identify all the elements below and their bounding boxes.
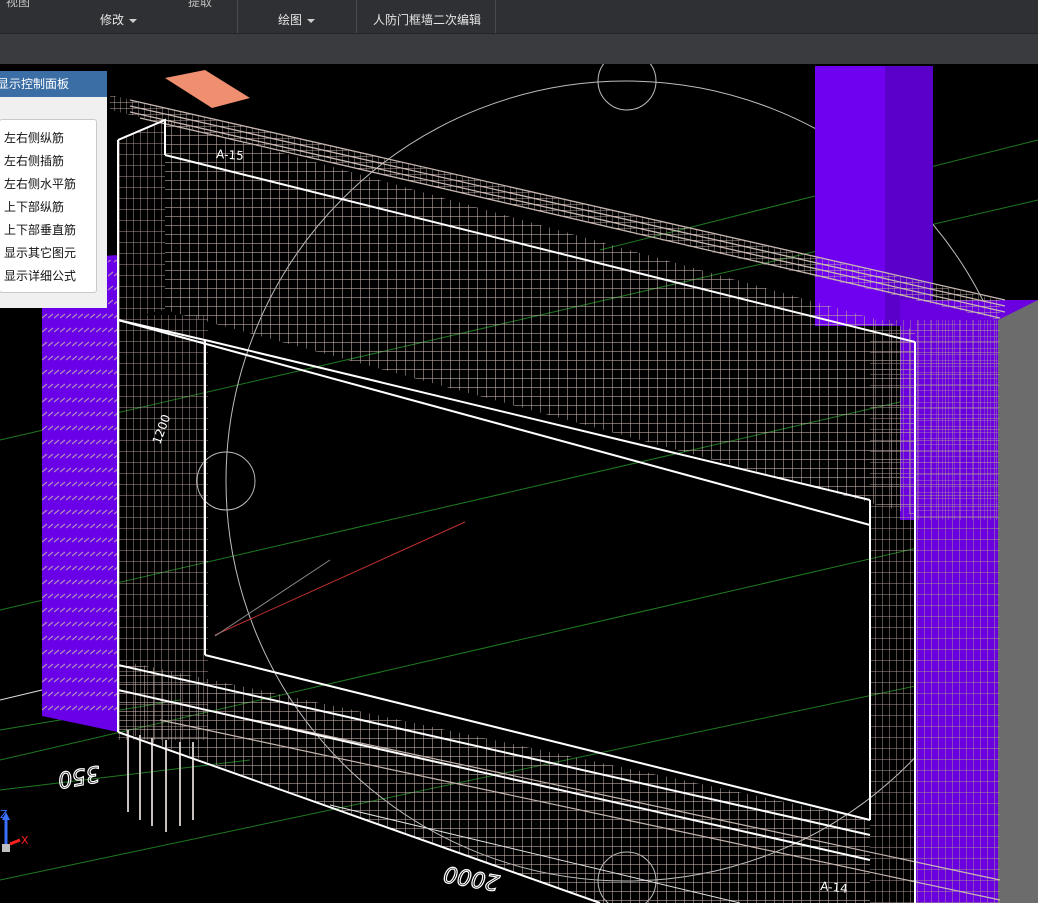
chevron-down-icon xyxy=(307,18,316,23)
x-axis-icon xyxy=(9,838,21,846)
label-top: A-15 xyxy=(216,147,244,163)
ribbon-group-civil-door[interactable]: 人防门框墙二次编辑 xyxy=(357,0,495,33)
panel-item-side-horizontal[interactable]: 左右侧水平筋 xyxy=(4,175,76,192)
ribbon-group-draw-label[interactable]: 绘图 xyxy=(278,11,316,28)
label-bottom-right: A-14 xyxy=(820,879,849,896)
slab-highlight xyxy=(165,70,250,108)
top-beam-mesh xyxy=(165,120,915,515)
axis-line-red xyxy=(214,521,466,636)
origin-box-icon xyxy=(2,844,10,852)
column-left-hatch xyxy=(42,260,118,716)
bottom-beam-mesh xyxy=(118,660,870,903)
dim-line xyxy=(0,689,43,701)
axis-line-grey xyxy=(214,559,331,637)
rebar-3d-scene[interactable]: A-15 1200 A-14 350 2000 xyxy=(0,64,1038,903)
ribbon-toolbar: 视图 提取 修改 绘图 人防门框墙二次编辑 xyxy=(0,0,1038,33)
display-control-panel[interactable]: 显示控制面板 左右侧纵筋 左右侧插筋 左右侧水平筋 上下部纵筋 上下部垂直筋 显… xyxy=(0,71,107,308)
ribbon-subbar xyxy=(0,33,1038,64)
panel-item-show-formula[interactable]: 显示详细公式 xyxy=(4,267,76,284)
ribbon-group-modify[interactable]: 修改 xyxy=(0,0,237,33)
ribbon-separator xyxy=(495,0,496,33)
top-beam-end xyxy=(118,120,165,320)
panel-item-top-bottom-longitudinal[interactable]: 上下部纵筋 xyxy=(4,198,64,215)
wall-grey xyxy=(998,300,1038,903)
panel-item-show-other[interactable]: 显示其它图元 xyxy=(4,244,76,261)
panel-item-top-bottom-vertical[interactable]: 上下部垂直筋 xyxy=(4,221,76,238)
right-column-rebar xyxy=(916,320,998,520)
dim-label-left: 350 xyxy=(56,760,102,792)
chevron-down-icon xyxy=(129,18,138,23)
panel-item-side-longitudinal[interactable]: 左右侧纵筋 xyxy=(4,129,64,146)
ribbon-group-civil-door-label[interactable]: 人防门框墙二次编辑 xyxy=(373,11,481,28)
3d-viewport[interactable]: A-15 1200 A-14 350 2000 xyxy=(0,64,1038,903)
panel-item-side-dowel[interactable]: 左右侧插筋 xyxy=(4,152,64,169)
axis-z-label: Z xyxy=(0,808,8,821)
panel-title[interactable]: 显示控制面板 xyxy=(0,71,107,97)
ribbon-group-draw[interactable]: 绘图 xyxy=(238,0,356,33)
orbit-handle-top[interactable] xyxy=(597,64,657,111)
ribbon-group-modify-label[interactable]: 修改 xyxy=(100,11,138,28)
panel-options-box: 左右侧纵筋 左右侧插筋 左右侧水平筋 上下部纵筋 上下部垂直筋 显示其它图元 显… xyxy=(0,119,97,293)
axis-x-label: X xyxy=(21,834,29,847)
axis-indicator: Z X xyxy=(0,808,29,852)
